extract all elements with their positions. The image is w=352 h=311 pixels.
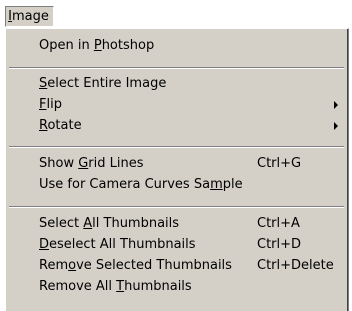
menu-item-remove-all-thumbnails[interactable]: Remove All Thumbnails — [6, 276, 346, 297]
menu-item-label: Select All Thumbnails — [39, 216, 180, 231]
image-menu-title-rest: mage — [11, 9, 49, 24]
menu-item-rotate[interactable]: Rotate — [6, 115, 346, 136]
menu-item-select-entire-image[interactable]: Select Entire Image — [6, 73, 346, 94]
submenu-arrow-icon — [334, 122, 338, 130]
menu-item-shortcut: Ctrl+A — [257, 216, 300, 231]
menu-item-label: Remove All Thumbnails — [39, 279, 192, 294]
menu-item-label: Use for Camera Curves Sample — [39, 177, 243, 192]
image-menu-button[interactable]: Image — [5, 6, 54, 27]
menu-separator — [9, 206, 344, 208]
menu-item-label: Rotate — [39, 118, 82, 133]
menu-separator — [9, 146, 344, 148]
menu-item-show-grid-lines[interactable]: Show Grid Lines Ctrl+G — [6, 153, 346, 174]
menu-item-deselect-all-thumbnails[interactable]: Deselect All Thumbnails Ctrl+D — [6, 234, 346, 255]
menu-item-select-all-thumbnails[interactable]: Select All Thumbnails Ctrl+A — [6, 213, 346, 234]
menu-item-label: Deselect All Thumbnails — [39, 237, 196, 252]
submenu-arrow-icon — [334, 101, 338, 109]
menu-item-label: Show Grid Lines — [39, 156, 144, 171]
menu-separator — [9, 67, 344, 69]
image-dropdown-menu: Open in Photshop Select Entire Image Fli… — [5, 28, 349, 311]
menu-item-label: Remove Selected Thumbnails — [39, 258, 232, 273]
menu-item-shortcut: Ctrl+G — [257, 156, 302, 171]
menu-item-use-for-camera-curves-sample[interactable]: Use for Camera Curves Sample — [6, 174, 346, 195]
menu-item-label: Open in Photshop — [39, 38, 155, 53]
menu-item-label: Flip — [39, 97, 62, 112]
menu-item-shortcut: Ctrl+D — [257, 237, 302, 252]
menu-item-label: Select Entire Image — [39, 76, 167, 91]
menu-item-open-in-photoshop[interactable]: Open in Photshop — [6, 35, 346, 56]
menu-item-shortcut: Ctrl+Delete — [257, 258, 334, 273]
menu-item-flip[interactable]: Flip — [6, 94, 346, 115]
menu-item-remove-selected-thumbnails[interactable]: Remove Selected Thumbnails Ctrl+Delete — [6, 255, 346, 276]
